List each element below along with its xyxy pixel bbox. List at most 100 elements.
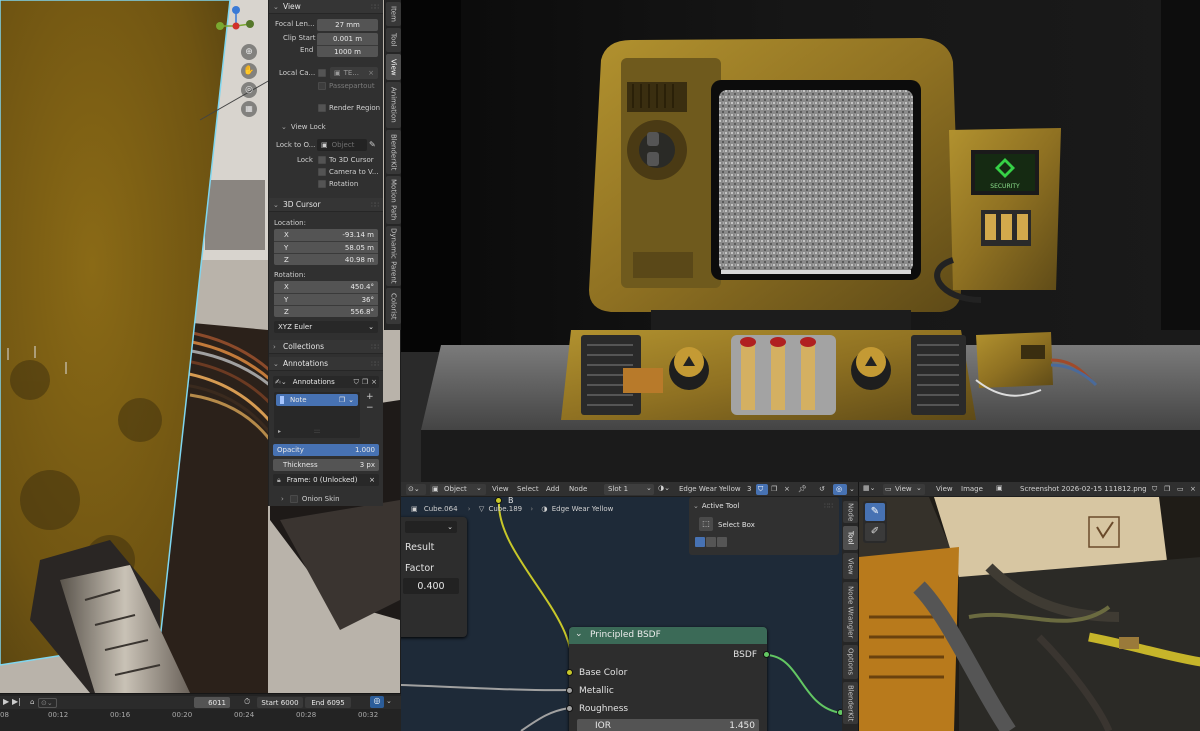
- clear-x-icon[interactable]: ×: [368, 69, 374, 77]
- pan-hand-icon[interactable]: ✋: [241, 63, 257, 79]
- tab-dynamic-parent[interactable]: Dynamic Parent: [386, 226, 401, 286]
- frame-lock-field[interactable]: 🔒︎ Frame: 0 (Unlocked) ×: [273, 474, 379, 486]
- drag-grip-icon[interactable]: ∷∷: [824, 502, 833, 510]
- socket-base-color[interactable]: [566, 669, 573, 676]
- menu-select[interactable]: Select: [517, 485, 539, 493]
- fake-user-shield-icon[interactable]: ⛉: [1152, 485, 1157, 494]
- duplicate-icon[interactable]: ❐: [771, 485, 777, 493]
- clip-start-field[interactable]: 0.001 m: [317, 33, 378, 45]
- local-camera-field[interactable]: ▣ TE... ×: [330, 67, 378, 79]
- tab-item[interactable]: Item: [386, 2, 401, 26]
- fake-user-shield-icon[interactable]: ⛉: [354, 378, 359, 387]
- mix-factor-field[interactable]: 0.400: [403, 578, 459, 594]
- slot-dropdown[interactable]: Slot 1 ⌄: [604, 484, 654, 495]
- remove-layer-button[interactable]: −: [366, 403, 374, 413]
- passepartout-checkbox[interactable]: [318, 82, 326, 90]
- panel-header-3d-cursor[interactable]: ⌄ 3D Cursor ∷∷: [269, 198, 383, 212]
- chevron-down-icon[interactable]: ⌄: [386, 697, 392, 705]
- menu-view[interactable]: View: [936, 485, 953, 493]
- cursor-rotation-y[interactable]: Y 36°: [274, 293, 378, 305]
- add-layer-button[interactable]: +: [366, 392, 374, 402]
- editor-type-dropdown[interactable]: ⊙⌄: [406, 484, 426, 495]
- onion-skin-subpanel[interactable]: › Onion Skin: [281, 495, 340, 503]
- sample-tool-icon[interactable]: ✎: [865, 503, 885, 521]
- unlink-x-icon[interactable]: ×: [371, 378, 377, 386]
- drag-grip-icon[interactable]: ∷∷: [371, 201, 379, 209]
- tab-node[interactable]: Node: [843, 501, 858, 523]
- frame-ruler[interactable]: 08 00:12 00:16 00:20 00:24 00:28 00:32: [0, 711, 401, 721]
- drag-grip-icon[interactable]: ∷∷: [371, 3, 379, 11]
- socket-output-b[interactable]: [495, 497, 502, 504]
- panel-header-view[interactable]: ⌄ View ∷∷: [269, 0, 383, 14]
- drag-grip-icon[interactable]: ∷∷: [371, 343, 379, 351]
- annotation-layer-list[interactable]: Note ❐ ⌄ ▸ :::: [274, 392, 360, 438]
- focal-length-field[interactable]: 27 mm: [317, 19, 378, 31]
- list-expand-icon[interactable]: ▸: [278, 428, 281, 435]
- mode-new-icon[interactable]: [695, 537, 705, 547]
- ior-field[interactable]: IOR 1.450: [577, 719, 759, 731]
- render-region-checkbox[interactable]: [318, 104, 326, 112]
- material-name-field[interactable]: Edge Wear Yellow: [679, 485, 741, 493]
- editor-type-dropdown[interactable]: ▦⌄: [863, 484, 875, 492]
- render-viewport[interactable]: SECURITY: [401, 0, 1200, 482]
- camera-view-icon[interactable]: ◎: [241, 82, 257, 98]
- end-frame-field[interactable]: End 6095: [305, 697, 351, 708]
- tab-animation[interactable]: Animation: [386, 82, 401, 128]
- tab-options[interactable]: Options: [843, 645, 858, 679]
- annotation-datablock[interactable]: ✍⌄ Annotations ⛉ ❐ ×: [273, 376, 379, 388]
- tab-motion-path[interactable]: Motion Path: [386, 176, 401, 224]
- lock-rotation-checkbox[interactable]: [318, 180, 326, 188]
- panel-header-annotations[interactable]: ⌄ Annotations ∷∷: [269, 357, 383, 371]
- menu-add[interactable]: Add: [546, 485, 560, 493]
- tab-view[interactable]: View: [386, 54, 401, 80]
- tab-tool[interactable]: Tool: [843, 526, 858, 550]
- unlink-x-icon[interactable]: ×: [1190, 485, 1196, 493]
- mode-extend-icon[interactable]: [706, 537, 716, 547]
- thickness-field[interactable]: Thickness 3 px: [273, 459, 379, 471]
- clip-end-field[interactable]: 1000 m: [317, 45, 378, 57]
- tab-node-wrangler[interactable]: Node Wrangler: [843, 582, 858, 642]
- menu-view[interactable]: View: [492, 485, 509, 493]
- cursor-location-z[interactable]: Z 40.98 m: [274, 253, 378, 265]
- lock-to-cursor-checkbox[interactable]: [318, 156, 326, 164]
- duplicate-icon[interactable]: ❐: [362, 378, 368, 386]
- new-image-icon[interactable]: ▭: [1177, 485, 1184, 493]
- active-tool-header[interactable]: ⌄ Active Tool: [693, 502, 739, 510]
- tab-tool[interactable]: Tool: [386, 28, 401, 52]
- cursor-rotation-x[interactable]: X 450.4°: [274, 281, 378, 293]
- start-frame-field[interactable]: Start 6000: [257, 697, 303, 708]
- onion-skin-checkbox[interactable]: [289, 495, 298, 503]
- material-sphere-icon[interactable]: ◑⌄: [658, 484, 670, 492]
- onion-toggle-icon[interactable]: ❐: [339, 396, 345, 404]
- tab-blenderkit[interactable]: BlenderKit: [386, 130, 401, 174]
- snap-icon[interactable]: ↺: [819, 485, 825, 493]
- cursor-rotation-z[interactable]: Z 556.8°: [274, 305, 378, 317]
- eyedropper-icon[interactable]: ✎: [369, 140, 376, 149]
- node-editor-canvas[interactable]: ▣ Cube.064 › ▽ Cube.189 › ◑ Edge Wear Ye…: [401, 497, 858, 731]
- visibility-toggle-icon[interactable]: ⌄: [348, 396, 354, 404]
- camera-to-view-checkbox[interactable]: [318, 168, 326, 176]
- principled-bsdf-node[interactable]: ⌄ Principled BSDF BSDF Base Color Metall…: [569, 627, 767, 731]
- fake-user-icon[interactable]: ⛉: [756, 484, 768, 495]
- current-frame-field[interactable]: 6011: [194, 697, 230, 708]
- socket-roughness[interactable]: [566, 705, 573, 712]
- lock-object-field[interactable]: ▣ Object: [317, 139, 367, 151]
- clear-x-icon[interactable]: ×: [369, 476, 375, 484]
- mix-node[interactable]: ⌄ Result Factor 0.400: [401, 517, 467, 637]
- image-editor-canvas[interactable]: ✎ ✐: [858, 497, 1200, 731]
- layer-item-note[interactable]: Note ❐ ⌄: [276, 394, 358, 406]
- select-box-icon[interactable]: ⬚: [699, 517, 713, 531]
- image-browse-icon[interactable]: ▣: [996, 484, 1003, 492]
- tab-colorist[interactable]: Colorist: [386, 288, 401, 324]
- chevron-down-icon[interactable]: ⌄: [575, 629, 583, 639]
- navigation-gizmo[interactable]: [214, 4, 258, 48]
- bsdf-node-header[interactable]: ⌄ Principled BSDF: [569, 627, 767, 644]
- play-icon[interactable]: ▶: [3, 697, 9, 706]
- annotate-tool-icon[interactable]: ✐: [865, 523, 885, 541]
- socket-bsdf-output[interactable]: [763, 651, 770, 658]
- image-name-field[interactable]: Screenshot 2026-02-15 111812.png: [1020, 485, 1147, 493]
- view-lock-subpanel[interactable]: ⌄ View Lock: [281, 123, 326, 131]
- overlay-icon[interactable]: ◎: [370, 696, 384, 708]
- drag-grip-icon[interactable]: ∷∷: [371, 360, 379, 368]
- user-count[interactable]: 3: [747, 485, 751, 493]
